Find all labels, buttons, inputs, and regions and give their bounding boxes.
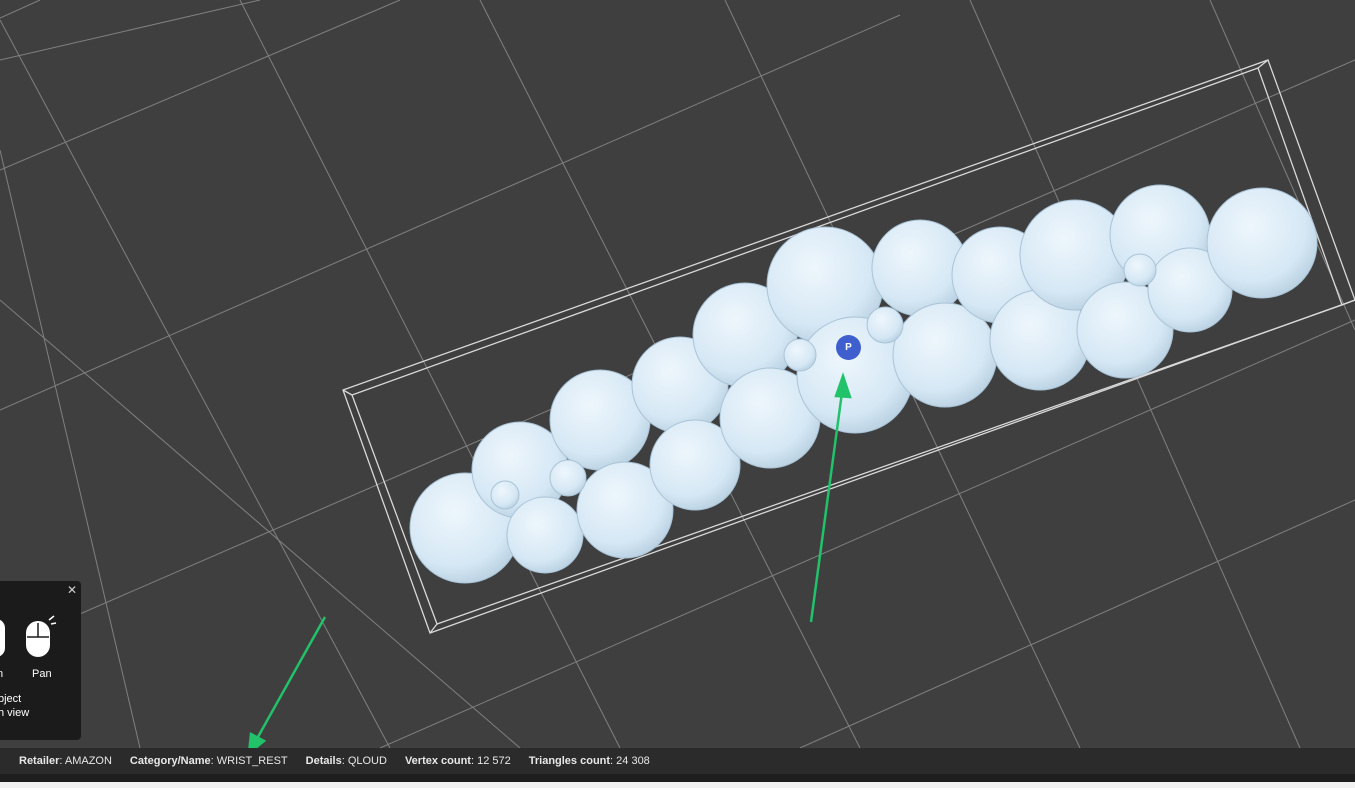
point-marker[interactable]: P — [836, 335, 861, 360]
triangles-value: : 24 308 — [610, 755, 650, 767]
bottom-strip — [0, 774, 1355, 782]
annotation-arrow-category-head — [248, 732, 267, 748]
pan-label: Pan — [32, 668, 52, 680]
3d-viewport[interactable] — [0, 0, 1355, 748]
retailer-key: Retailer — [19, 755, 60, 767]
controls-hint: bject h view — [0, 692, 29, 720]
mouse-rotate-icon — [0, 619, 5, 657]
triangles-count-field: Triangles count: 24 308 — [529, 755, 650, 767]
details-field: Details: QLOUD — [306, 755, 387, 767]
scene[interactable] — [0, 0, 1355, 748]
details-value: : QLOUD — [341, 755, 387, 767]
wrist-rest-model[interactable] — [409, 184, 1318, 584]
mouse-pan-icon — [26, 615, 57, 657]
vertex-value: : 12 572 — [470, 755, 511, 767]
annotation-arrow-category — [252, 616, 327, 745]
bottom-edge — [0, 782, 1355, 788]
vertex-key: Vertex count — [404, 755, 471, 767]
rotate-label: n — [0, 668, 4, 680]
details-key: Details — [305, 755, 342, 767]
category-field: Category/Name: WRIST_REST — [130, 755, 288, 767]
category-key: Category/Name — [129, 755, 211, 767]
retailer-field: Retailer: AMAZON — [19, 755, 112, 767]
mouse-controls-panel: ✕ n Pan bject h view — [0, 581, 81, 740]
close-icon[interactable]: ✕ — [67, 583, 77, 597]
triangles-key: Triangles count — [528, 755, 611, 767]
hint-line-2: h view — [0, 707, 30, 719]
retailer-value: : AMAZON — [59, 755, 112, 767]
hint-line-1: bject — [0, 693, 22, 705]
category-value: : WRIST_REST — [210, 755, 288, 767]
vertex-count-field: Vertex count: 12 572 — [405, 755, 511, 767]
model-info-bar: ' Retailer: AMAZON Category/Name: WRIST_… — [0, 748, 1355, 774]
